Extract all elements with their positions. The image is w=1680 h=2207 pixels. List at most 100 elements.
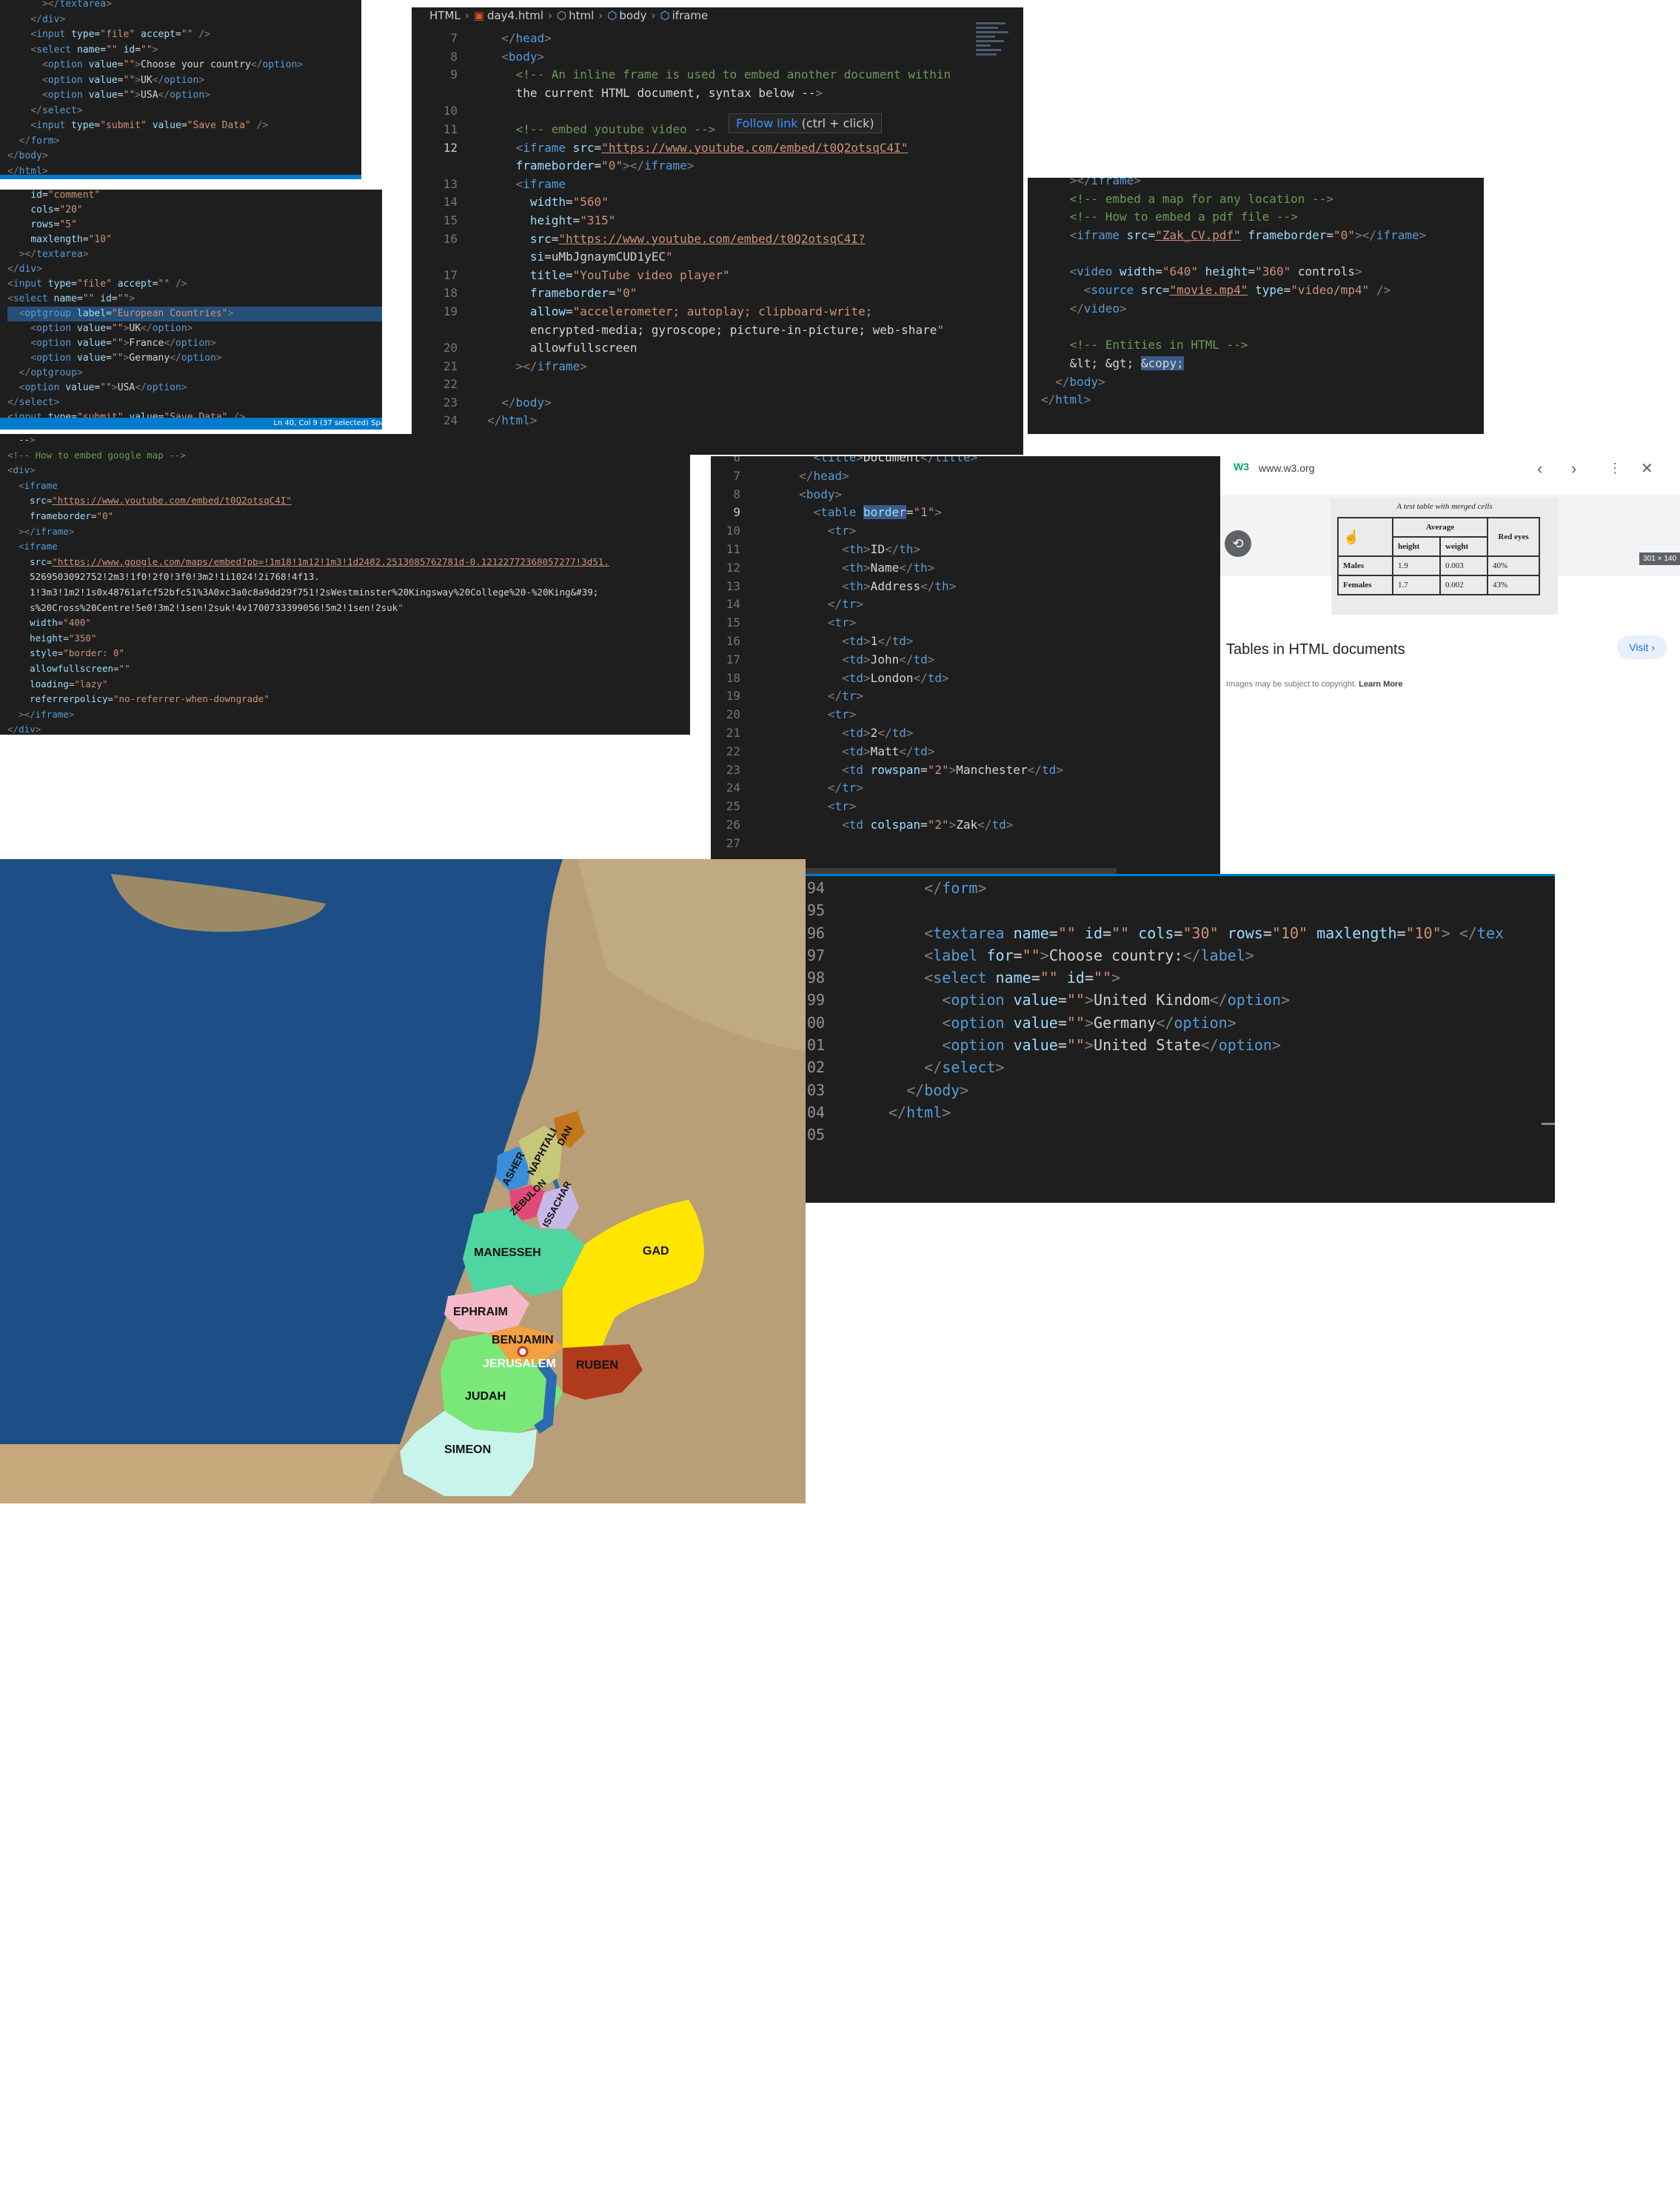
code-line[interactable]: 19 allow="accelerometer; autoplay; clipb… — [412, 303, 1023, 321]
code-line[interactable]: 11 <!-- embed youtube video --> — [412, 121, 1023, 139]
code-line[interactable]: 6 <title>Document</title> — [711, 456, 1220, 467]
code-line[interactable]: 95 — [807, 899, 1555, 921]
breadcrumb-body[interactable]: body — [619, 9, 646, 22]
code-line[interactable]: 96 <textarea name="" id="" cols="30" row… — [807, 922, 1555, 944]
code-line[interactable]: </form> — [7, 134, 361, 150]
code-line[interactable]: 9 <!-- An inline frame is used to embed … — [412, 66, 1023, 84]
code-line[interactable]: 7 </head> — [711, 467, 1220, 486]
code-line[interactable]: 21 ></iframe> — [412, 358, 1023, 376]
code-line[interactable]: frameborder="0"></iframe> — [412, 157, 1023, 176]
code-line[interactable]: cols="20" — [7, 203, 382, 218]
code-line[interactable]: s%20Cross%20Centre!5e0!3m2!1sen!2suk!4v1… — [7, 601, 690, 616]
code-line[interactable]: 8 <body> — [412, 48, 1023, 67]
code-line[interactable]: 12 <th>Name</th> — [711, 559, 1220, 578]
code-line[interactable]: 8 <body> — [711, 486, 1220, 504]
code-line[interactable]: <iframe — [7, 478, 690, 494]
code-line[interactable]: <input type="submit" value="Save Data" /… — [7, 118, 361, 134]
code-line[interactable]: 7 </head> — [412, 30, 1023, 48]
code-line[interactable]: 24 </tr> — [711, 779, 1220, 798]
code-line[interactable]: <!-- Entities in HTML --> — [1041, 336, 1484, 355]
code-line[interactable]: 01 <option value="">United State</option… — [807, 1034, 1555, 1056]
code-line[interactable]: <!-- How to embed google map --> — [7, 448, 690, 464]
code-line[interactable]: 21 <td>2</td> — [711, 724, 1220, 743]
code-line[interactable]: src="https://www.google.com/maps/embed?p… — [7, 555, 690, 570]
result-title[interactable]: Tables in HTML documents — [1226, 641, 1405, 658]
code-line[interactable]: </html> — [1041, 391, 1484, 410]
code-line[interactable]: ></textarea> — [7, 0, 361, 13]
code-line[interactable]: <div> — [7, 463, 690, 478]
code-line[interactable]: <input type="file" accept="" /> — [7, 277, 382, 292]
code-line[interactable]: 05 — [807, 1123, 1555, 1146]
code-line[interactable]: 16 <td>1</td> — [711, 632, 1220, 651]
code-line[interactable]: 9 <table border="1"> — [711, 504, 1220, 522]
minimap[interactable] — [976, 22, 1013, 64]
code-line[interactable]: 10 <tr> — [711, 522, 1220, 541]
code-line[interactable]: loading="lazy" — [7, 677, 690, 692]
code-line[interactable]: 98 <select name="" id=""> — [807, 966, 1555, 989]
code-area[interactable]: ></textarea> </div> <input type="file" a… — [7, 0, 361, 179]
breadcrumb[interactable]: HTML › ▣ day4.html › ⬡ html › ⬡ body › ⬡ iframe — [412, 7, 1023, 24]
code-line[interactable]: <option value="">USA</option> — [7, 381, 382, 395]
code-line[interactable]: 11 <th>ID</th> — [711, 541, 1220, 559]
code-line[interactable]: 27 — [711, 835, 1220, 853]
code-line[interactable]: <option value="">USA</option> — [7, 88, 361, 104]
code-line[interactable]: encrypted-media; gyroscope; picture-in-p… — [412, 321, 1023, 340]
code-line[interactable]: </optgroup> — [7, 366, 382, 381]
code-line[interactable]: </div> — [7, 722, 690, 735]
code-line[interactable]: 04 </html> — [807, 1101, 1555, 1123]
code-line[interactable]: id="comment" — [7, 190, 382, 203]
more-vert-icon[interactable]: ⋮ — [1608, 461, 1622, 476]
code-line[interactable] — [1041, 318, 1484, 337]
code-line[interactable]: 97 <label for="">Choose country:</label> — [807, 944, 1555, 966]
code-editor-optgroup-panel[interactable]: id="comment" cols="20" rows="5" maxlengt… — [0, 190, 382, 430]
code-editor-entities-panel[interactable]: ></iframe> <!-- embed a map for any loca… — [1028, 178, 1484, 434]
code-line[interactable]: 14 </tr> — [711, 595, 1220, 614]
code-line[interactable]: 22 — [412, 375, 1023, 394]
code-area[interactable]: --> <!-- How to embed google map --> <div>… — [7, 434, 690, 735]
code-line[interactable]: --> — [7, 434, 690, 448]
horizontal-scrollbar[interactable] — [800, 868, 1117, 874]
code-line[interactable]: <iframe — [7, 539, 690, 555]
code-editor-table-panel[interactable]: 6 <title>Document</title> 7 </head> 8 <bod… — [711, 456, 1220, 874]
code-editor-map-panel[interactable]: --> <!-- How to embed google map --> <div>… — [0, 434, 690, 735]
code-area[interactable]: 94 </form> 95 96 <textarea name="" id="" c… — [807, 877, 1555, 1146]
code-line[interactable]: </body> — [1041, 373, 1484, 392]
code-line[interactable]: 23 </body> — [412, 394, 1023, 413]
code-line[interactable]: 00 <option value="">Germany</option> — [807, 1012, 1555, 1034]
breadcrumb-html-tag[interactable]: html — [569, 9, 594, 22]
code-line[interactable]: <select name="" id=""> — [7, 292, 382, 307]
code-area[interactable]: ></iframe> <!-- embed a map for any loca… — [1041, 178, 1484, 410]
code-line[interactable]: 23 <td rowspan="2">Manchester</td> — [711, 761, 1220, 780]
code-line[interactable]: <option value="">UK</option> — [7, 73, 361, 89]
code-line[interactable]: ></iframe> — [7, 707, 690, 723]
code-line[interactable]: 1!3m3!1m2!1s0x48761afcf52bfc51%3A0xc3a0c… — [7, 585, 690, 601]
code-line[interactable]: <input type="file" accept="" /> — [7, 27, 361, 43]
image-search-preview-panel[interactable]: W3 www.w3.org ‹ › ⋮ ✕ ⟲ A test table wit… — [1220, 453, 1680, 735]
code-line[interactable]: 20 allowfullscreen — [412, 339, 1023, 358]
lens-search-icon[interactable]: ⟲ — [1225, 530, 1251, 557]
code-line[interactable]: 26 <td colspan="2">Zak</td> — [711, 816, 1220, 835]
code-line[interactable]: ></iframe> — [1041, 178, 1484, 190]
source-url[interactable]: www.w3.org — [1259, 462, 1314, 474]
visit-button[interactable]: Visit › — [1617, 635, 1667, 659]
code-line[interactable] — [1041, 245, 1484, 264]
code-line[interactable]: <iframe src="Zak_CV.pdf" frameborder="0"… — [1041, 227, 1484, 245]
code-line[interactable]: 03 </body> — [807, 1079, 1555, 1101]
code-line[interactable]: rows="5" — [7, 218, 382, 233]
code-line[interactable]: 12 <iframe src="https://www.youtube.com/… — [412, 139, 1023, 158]
code-editor-form-panel[interactable]: ></textarea> </div> <input type="file" a… — [0, 0, 361, 179]
code-line[interactable]: 15 <tr> — [711, 614, 1220, 632]
code-line[interactable]: </video> — [1041, 300, 1484, 318]
code-line[interactable]: frameborder="0" — [7, 509, 690, 524]
code-line[interactable]: &lt; &gt; &copy; — [1041, 355, 1484, 373]
code-line[interactable]: 13 <iframe — [412, 176, 1023, 194]
code-editor-iframe-panel[interactable]: HTML › ▣ day4.html › ⬡ html › ⬡ body › ⬡ iframe 7 </… — [412, 7, 1023, 455]
code-area[interactable]: 6 <title>Document</title> 7 </head> 8 <bod… — [711, 456, 1220, 853]
code-line[interactable]: style="border: 0" — [7, 646, 690, 661]
code-area[interactable]: 7 </head> 8 <body> 9 <!-- An inline frame … — [412, 30, 1023, 430]
code-editor-select-panel[interactable]: 94 </form> 95 96 <textarea name="" id="" c… — [806, 874, 1555, 1203]
follow-link[interactable]: Follow link — [736, 116, 798, 130]
code-line[interactable]: height="350" — [7, 631, 690, 647]
close-icon[interactable]: ✕ — [1641, 459, 1653, 478]
code-line[interactable]: <option value="">France</option> — [7, 336, 382, 351]
